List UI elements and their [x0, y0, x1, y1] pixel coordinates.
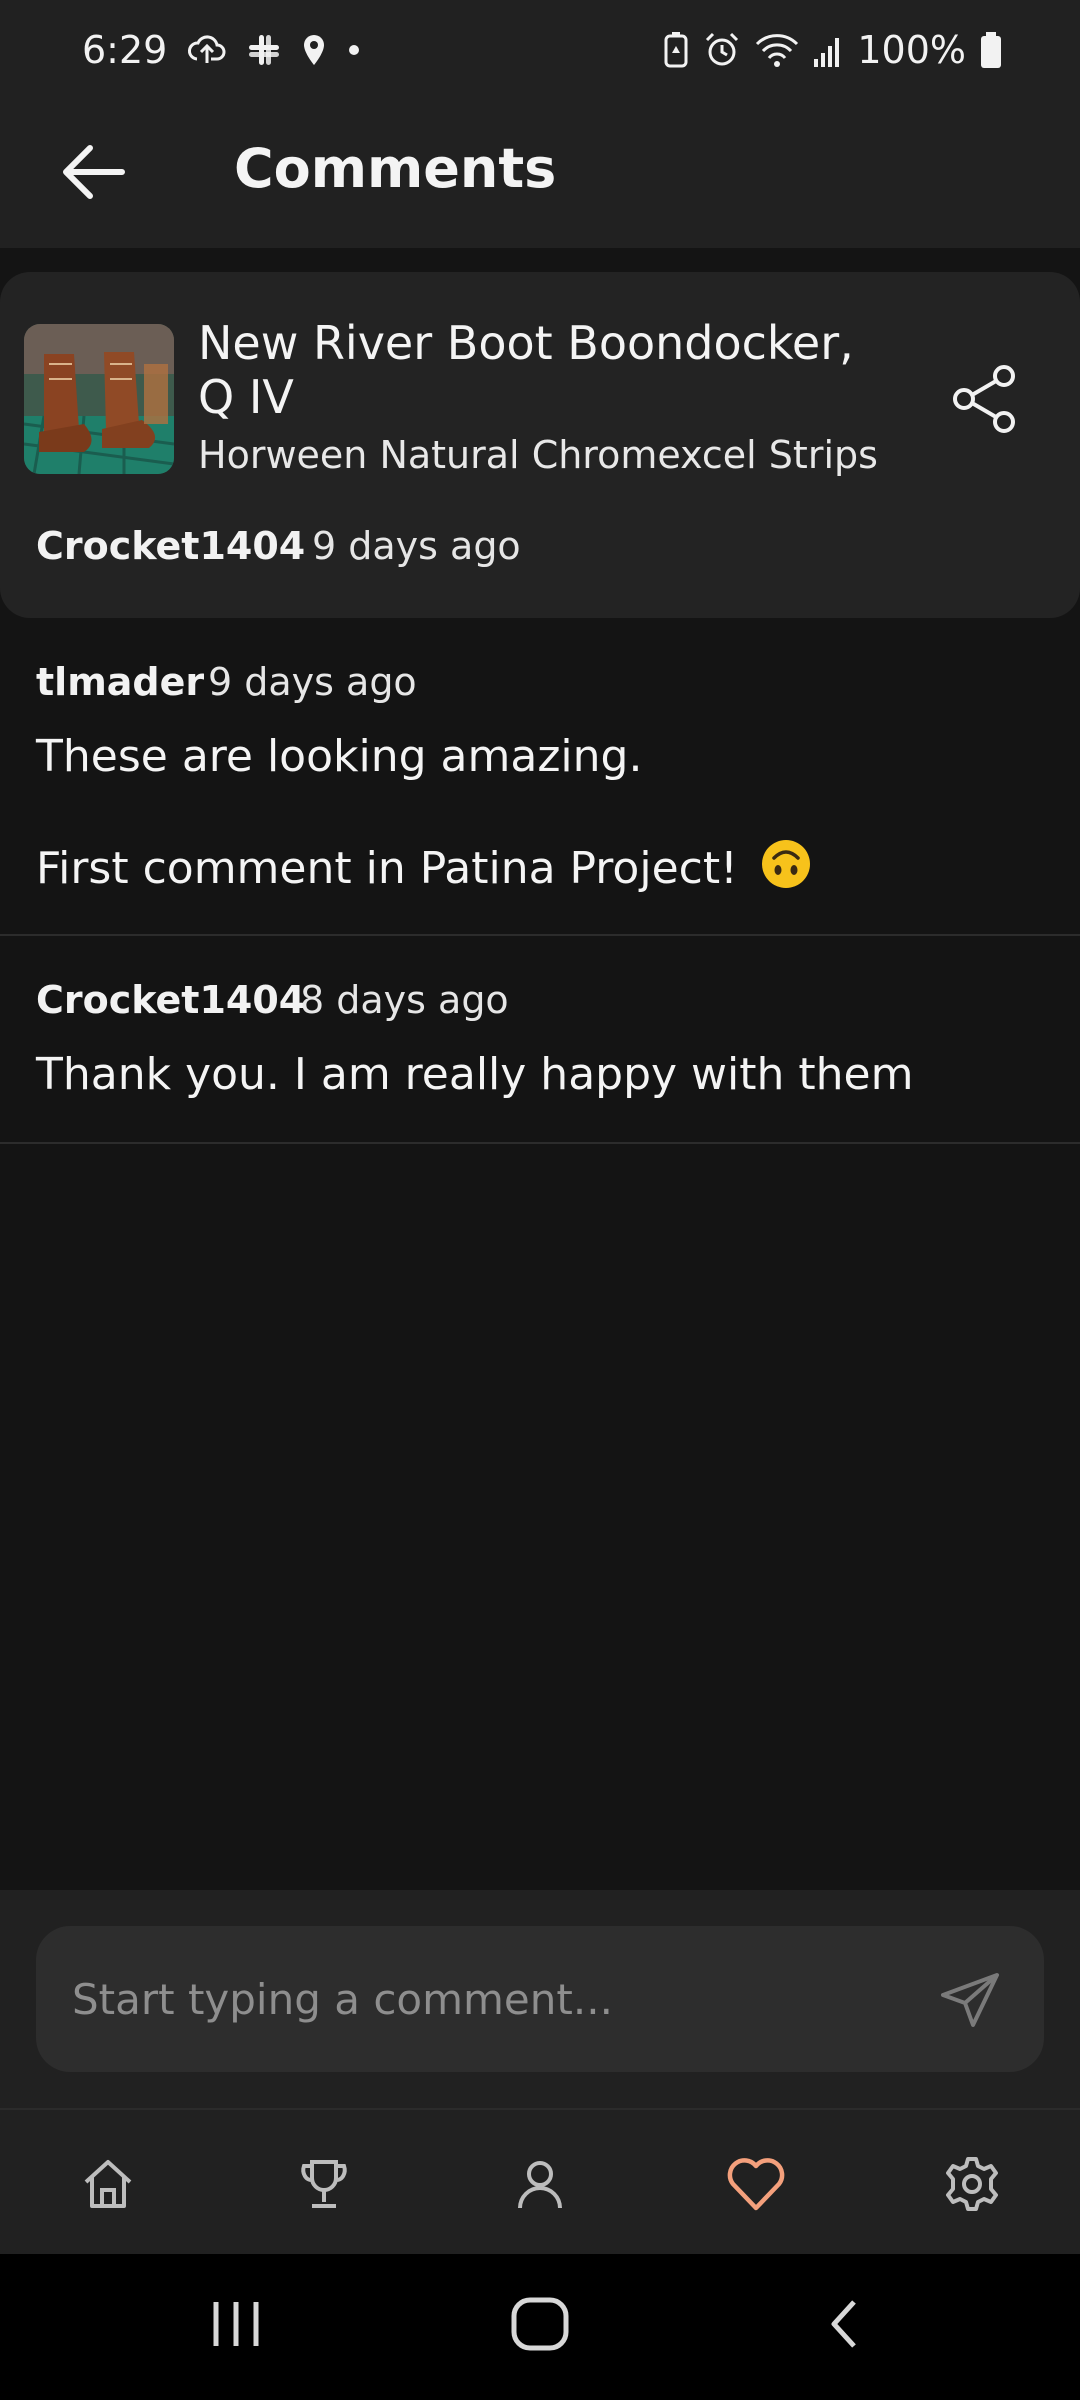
nav-trophy[interactable] [274, 2134, 374, 2234]
status-right: 100% [663, 24, 1002, 76]
nav-profile[interactable] [490, 2134, 590, 2234]
trophy-icon [301, 2160, 347, 2208]
signal-icon [813, 33, 843, 67]
upside-down-face-emoji [760, 838, 812, 904]
post-subtitle: Horween Natural Chromexcel Strips [198, 433, 878, 477]
home-circle-icon [511, 2297, 569, 2351]
back-chevron-icon [831, 2300, 856, 2348]
slack-icon [247, 33, 281, 67]
system-back-button[interactable] [784, 2274, 904, 2374]
app-bar: Comments [0, 100, 1080, 248]
system-home-button[interactable] [480, 2274, 600, 2374]
comment-author[interactable]: tlmader [36, 660, 204, 706]
status-left: 6:29 [82, 24, 361, 76]
status-time: 6:29 [82, 28, 168, 72]
post-author[interactable]: Crocket1404 [36, 524, 305, 570]
composer-area [0, 1890, 1080, 2108]
comment-author[interactable]: Crocket1404 [36, 978, 305, 1024]
system-nav-bar [0, 2254, 1080, 2400]
recents-button[interactable] [176, 2274, 296, 2374]
wifi-icon [755, 32, 799, 68]
comment-input[interactable] [36, 1926, 1044, 2072]
cloud-upload-icon [187, 33, 227, 67]
dot-icon [347, 43, 361, 57]
send-button[interactable] [930, 1962, 1010, 2038]
comment-time: 8 days ago [300, 978, 509, 1022]
status-bar: 6:29 100% [0, 0, 1080, 100]
post-card[interactable]: New River Boot Boondocker, Q IV Horween … [0, 272, 1080, 618]
share-button[interactable] [946, 360, 1024, 438]
alarm-icon [703, 31, 741, 69]
comment-text: First comment in Patina Project! [36, 843, 738, 895]
nav-favorites[interactable] [706, 2134, 806, 2234]
bottom-nav [0, 2108, 1080, 2254]
post-time: 9 days ago [312, 524, 521, 568]
comment-text-line: Thank you. I am really happy with them [36, 1049, 914, 1100]
comment-text-line-2: First comment in Patina Project! [36, 838, 812, 904]
nav-settings[interactable] [922, 2134, 1022, 2234]
comment-time: 9 days ago [208, 660, 417, 704]
share-icon [953, 365, 1015, 433]
page-title: Comments [234, 137, 557, 200]
battery-icon [980, 31, 1002, 69]
arrow-left-icon [63, 145, 125, 199]
nav-home[interactable] [58, 2134, 158, 2234]
recents-icon [213, 2302, 259, 2346]
post-thumbnail[interactable] [24, 324, 174, 474]
heart-icon [727, 2158, 785, 2211]
back-button[interactable] [52, 130, 136, 214]
battery-percent: 100% [857, 28, 966, 72]
gear-icon [946, 2157, 998, 2211]
comment-item: tlmader 9 days ago These are looking ama… [0, 618, 1080, 936]
send-icon [941, 1973, 999, 2027]
post-title: New River Boot Boondocker, Q IV [198, 316, 854, 424]
comment-text-line: These are looking amazing. [36, 731, 643, 782]
location-icon [301, 33, 327, 67]
battery-saver-icon [663, 31, 689, 69]
home-icon [84, 2160, 132, 2208]
person-icon [518, 2161, 562, 2209]
comment-item: Crocket1404 8 days ago Thank you. I am r… [0, 936, 1080, 1144]
